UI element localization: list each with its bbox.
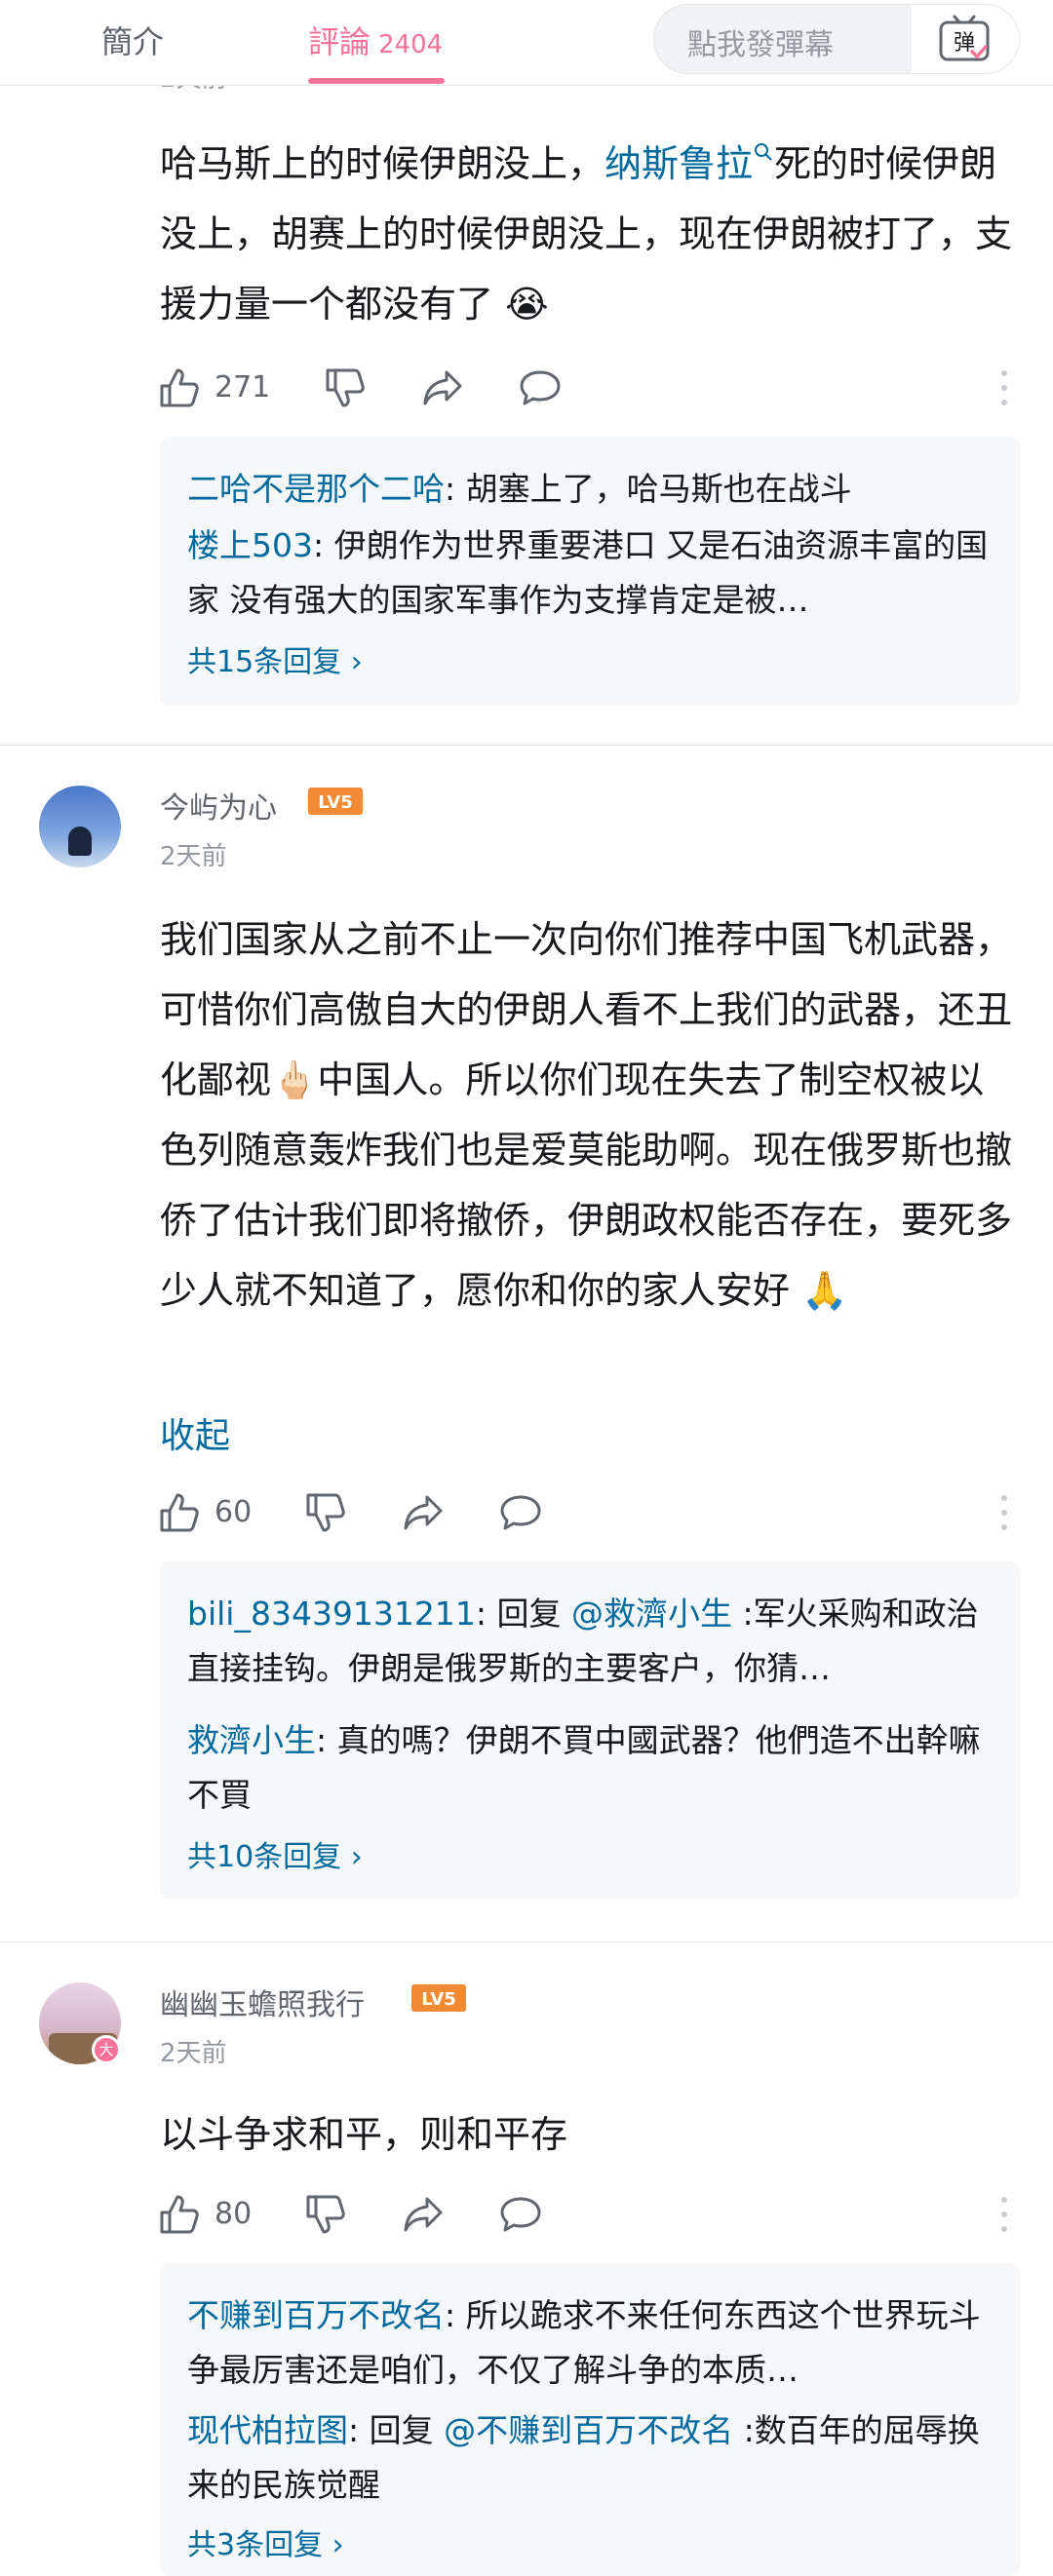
tab-comments-count: 2404 [378, 30, 444, 59]
vip-badge: 大 [92, 2035, 121, 2064]
view-all-replies-link[interactable]: 共15条回复 › [187, 637, 363, 680]
svg-text:LV5: LV5 [318, 792, 352, 813]
username[interactable]: 今屿为心 [160, 784, 277, 827]
reply-text: : 回复 [475, 1595, 572, 1633]
comment-text: 哈马斯上的时候伊朗没上，纳斯鲁拉 死的时候伊朗没上，胡赛上的时候伊朗没上，现在伊朗… [160, 129, 1018, 339]
mention-link[interactable]: @不赚到百万不改名 [444, 2411, 733, 2449]
active-tab-indicator [308, 78, 445, 84]
tab-intro[interactable]: 簡介 [101, 18, 164, 62]
reply-item: bili_83439131211: 回复 @救濟小生 :军火采购和政治直接挂钩。… [187, 1587, 996, 1696]
reply-item: 不赚到百万不改名: 所以跪求不来任何东西这个世界玩斗争最厉害还是咱们，不仅了解斗… [187, 2288, 996, 2398]
reply-item: 二哈不是那个二哈: 胡塞上了，哈马斯也在战斗 [187, 462, 996, 517]
topic-link-text: 纳斯鲁拉 [604, 142, 754, 185]
comment-text-part: 哈马斯上的时候伊朗没上， [160, 142, 605, 185]
dislike-button[interactable] [302, 1485, 357, 1540]
thumbs-down-icon [306, 2195, 345, 2234]
comment-time: 2天前 [160, 2039, 227, 2068]
reply-username[interactable]: 不赚到百万不改名 [187, 2296, 445, 2334]
reply-preview-box[interactable]: bili_83439131211: 回复 @救濟小生 :军火采购和政治直接挂钩。… [160, 1561, 1020, 1899]
svg-text:LV5: LV5 [421, 1989, 455, 2010]
search-icon [755, 143, 772, 162]
comment-text: 我们国家从之前不止一次向你们推荐中国飞机武器，可惜你们高傲自大的伊朗人看不上我们… [160, 918, 1013, 1312]
reply-username[interactable]: bili_83439131211 [187, 1595, 476, 1633]
like-button[interactable]: 80 [156, 2187, 273, 2242]
reply-button[interactable] [517, 361, 571, 415]
emoji: 😭 [505, 283, 549, 326]
reply-button[interactable] [497, 2187, 552, 2242]
avatar[interactable] [39, 786, 121, 867]
danmaku-tv-icon: 弹 [939, 15, 990, 61]
divider [0, 745, 1053, 746]
reply-item: 现代柏拉图: 回复 @不赚到百万不改名 :数百年的屈辱换来的民族觉醒 [187, 2403, 996, 2513]
comment-time: 2天前 [160, 842, 227, 871]
reply-button[interactable] [497, 1485, 552, 1540]
tab-comments-label: 評論 [308, 23, 371, 60]
view-all-replies-link[interactable]: 共3条回复 › [187, 2520, 344, 2563]
comment-actions: 80 [156, 2187, 1034, 2242]
reply-text: : 回复 [348, 2411, 445, 2449]
reply-preview-box[interactable]: 二哈不是那个二哈: 胡塞上了，哈马斯也在战斗 楼上503: 伊朗作为世界重要港口… [160, 437, 1020, 706]
reply-username[interactable]: 救濟小生 [187, 1721, 316, 1759]
dislike-button[interactable] [302, 2187, 357, 2242]
danmaku-placeholder: 點我發彈幕 [687, 28, 834, 62]
share-icon [404, 1495, 443, 1530]
collapse-link[interactable]: 收起 [160, 1407, 230, 1458]
thumbs-up-icon [160, 368, 199, 407]
danmaku-toggle-button[interactable]: 弹 [912, 5, 1019, 73]
like-count: 80 [214, 2197, 253, 2231]
dislike-button[interactable] [322, 361, 376, 415]
share-button[interactable] [419, 361, 474, 415]
reply-item: 救濟小生: 真的嗎？伊朗不買中國武器？他們造不出幹嘛不買 [187, 1713, 996, 1823]
reply-username[interactable]: 现代柏拉图 [187, 2411, 348, 2449]
level-badge: LV5 [308, 788, 363, 815]
thumbs-up-icon [160, 2195, 199, 2234]
top-tab-bar: 簡介 評論 2404 點我發彈幕 弹 [0, 0, 1053, 86]
reply-username[interactable]: 二哈不是那个二哈 [187, 470, 445, 508]
username[interactable]: 幽幽玉蟾照我行 [160, 1980, 365, 2023]
reply-preview-box[interactable]: 不赚到百万不改名: 所以跪求不来任何东西这个世界玩斗争最厉害还是咱们，不仅了解斗… [160, 2263, 1020, 2576]
chat-bubble-icon [500, 1495, 541, 1530]
more-options-button[interactable] [994, 361, 1014, 415]
chat-bubble-icon [500, 2197, 541, 2232]
share-icon [404, 2197, 443, 2232]
reply-text: : 胡塞上了，哈马斯也在战斗 [445, 470, 852, 508]
chat-bubble-icon [520, 370, 561, 405]
reply-username[interactable]: 楼上503 [187, 526, 313, 564]
like-button[interactable]: 60 [156, 1485, 273, 1540]
comment-actions: 271 [156, 361, 1034, 415]
view-all-replies-link[interactable]: 共10条回复 › [187, 1832, 363, 1875]
thumbs-down-icon [326, 368, 365, 407]
mention-link[interactable]: @救濟小生 [571, 1595, 732, 1633]
thumbs-down-icon [306, 1493, 345, 1532]
level-badge: LV5 [411, 1984, 466, 2012]
topic-link[interactable]: 纳斯鲁拉 [604, 142, 774, 185]
share-icon [423, 370, 462, 405]
danmaku-input[interactable]: 點我發彈幕 弹 [653, 4, 1020, 74]
more-options-button[interactable] [994, 1485, 1014, 1540]
more-options-button[interactable] [994, 2187, 1014, 2242]
reply-item: 楼上503: 伊朗作为世界重要港口 又是石油资源丰富的国家 没有强大的国家军事作… [187, 519, 996, 628]
share-button[interactable] [400, 2187, 454, 2242]
comment-text: 以斗争求和平，则和平存 [160, 2113, 568, 2156]
tab-comments[interactable]: 評論 2404 [308, 18, 443, 62]
like-count: 271 [214, 370, 271, 404]
thumbs-up-icon [160, 1493, 199, 1532]
like-button[interactable]: 271 [156, 361, 273, 415]
comment-actions: 60 [156, 1485, 1034, 1540]
like-count: 60 [214, 1495, 253, 1529]
share-button[interactable] [400, 1485, 454, 1540]
